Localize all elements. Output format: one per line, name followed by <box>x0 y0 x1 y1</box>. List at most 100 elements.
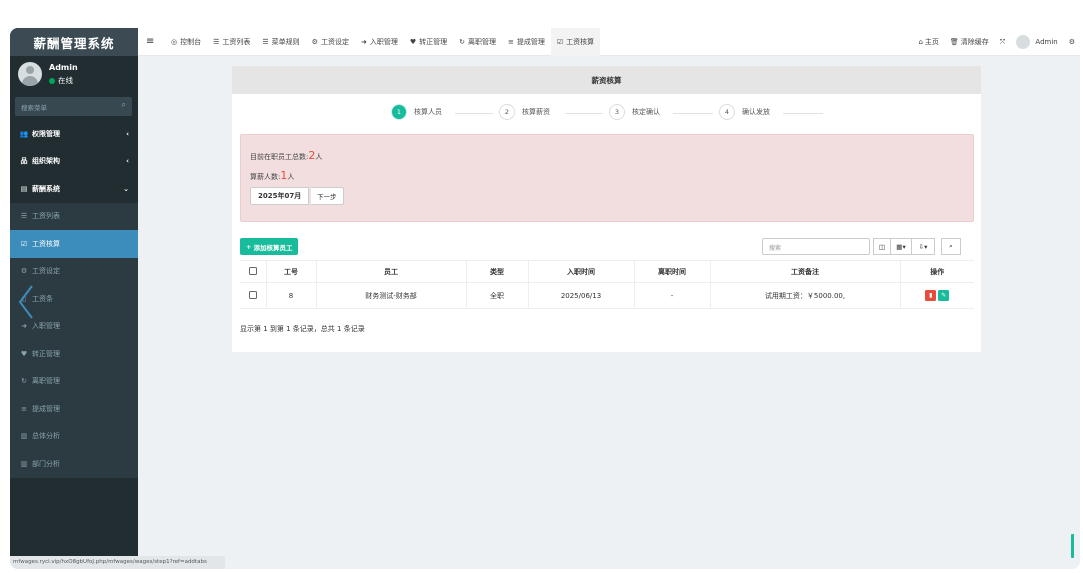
step-divider <box>783 113 823 114</box>
home-label: 主页 <box>924 38 939 46</box>
step-number: 1 <box>391 104 407 120</box>
table-row: 8 财务测试-财务部 全职 2025/06/13 - 试用期工资：￥5000.0… <box>240 282 974 309</box>
sidebar-item-regularization[interactable]: ♥ 转正管理 <box>10 340 138 368</box>
cell-actions: ▮ ✎ <box>900 282 974 309</box>
select-all-checkbox[interactable] <box>248 266 257 275</box>
sidebar-search-input[interactable]: 搜索菜单 ⌕ <box>15 97 132 116</box>
tab-label: 转正管理 <box>419 38 448 46</box>
cell-joined: 2025/06/13 <box>528 282 635 309</box>
step-2[interactable]: 2 核算薪资 <box>499 104 550 120</box>
search-icon[interactable]: ⌕ <box>122 100 126 110</box>
back-arrow-icon[interactable] <box>16 284 36 320</box>
tab-salary-accounting[interactable]: ☑ 工资核算 <box>550 28 601 56</box>
sidebar-item-permissions[interactable]: 👥 权限管理 ‹ <box>10 120 138 148</box>
user-menu[interactable]: Admin <box>1016 35 1058 49</box>
step-progress: 1 核算人员 2 核算薪资 3 核定确认 4 确认发放 <box>232 94 981 132</box>
sidebar-item-department-analysis[interactable]: ▥ 部门分析 <box>10 450 138 478</box>
column-header: 操作 <box>900 260 974 283</box>
step-divider <box>565 113 603 114</box>
sidebar-item-overall-analysis[interactable]: ▥ 总体分析 <box>10 422 138 450</box>
step-label: 核定确认 <box>632 108 660 116</box>
sitemap-icon: 品 <box>20 157 28 166</box>
columns-button[interactable]: ▦▾ <box>890 238 912 255</box>
tab-salary-list[interactable]: ☰ 工资列表 <box>207 28 256 56</box>
export-icon: ⇩▾ <box>918 242 928 251</box>
home-link[interactable]: ⌂ 主页 <box>918 37 938 47</box>
sidebar-item-commission[interactable]: ≡ 提成管理 <box>10 395 138 423</box>
tab-resignation[interactable]: ↻ 离职管理 <box>453 28 502 56</box>
tab-dashboard[interactable]: ◎ 控制台 <box>165 28 207 56</box>
tab-label: 工资核算 <box>566 38 595 46</box>
user-status: 在线 <box>49 75 73 86</box>
tab-onboarding[interactable]: ➜ 入职管理 <box>355 28 404 56</box>
sidebar-item-label: 权限管理 <box>32 129 60 138</box>
edit-button[interactable]: ✎ <box>938 290 950 301</box>
table-toolbar: ◫ ▦▾ ⇩▾ ⌕ <box>873 238 961 255</box>
settings-button[interactable]: ⚙ <box>1069 38 1075 46</box>
step-divider <box>455 113 493 114</box>
dashboard-icon: ◎ <box>171 38 178 46</box>
column-header[interactable]: 类型 <box>466 260 529 283</box>
tab-regularization[interactable]: ♥ 转正管理 <box>404 28 453 56</box>
gear-icon: ⚙ <box>1068 38 1075 46</box>
home-icon: ⌂ <box>918 38 923 46</box>
brand-title[interactable]: 薪酬管理系统 <box>10 28 138 56</box>
step-label: 核算薪资 <box>522 108 550 116</box>
column-header[interactable]: 工资备注 <box>710 260 901 283</box>
card-view-icon: ◫ <box>878 242 886 251</box>
tab-label: 离职管理 <box>467 38 496 46</box>
tab-label: 入职管理 <box>369 38 398 46</box>
column-header[interactable]: 入职时间 <box>528 260 635 283</box>
step-number: 3 <box>609 104 625 120</box>
step-label: 核算人员 <box>414 108 442 116</box>
step-divider <box>673 113 713 114</box>
tab-salary-settings[interactable]: ⚙ 工资设定 <box>306 28 355 56</box>
export-button[interactable]: ⇩▾ <box>911 238 935 255</box>
row-select[interactable] <box>240 282 267 309</box>
menu-toggle-icon[interactable]: ≡ <box>146 36 154 47</box>
page-title: 薪资核算 <box>232 66 981 94</box>
user-status-text: 在线 <box>58 76 73 85</box>
add-employee-button[interactable]: + 添加核算员工 <box>240 238 299 255</box>
list-icon: ☰ <box>20 212 28 221</box>
column-header[interactable]: 工号 <box>266 260 317 283</box>
sidebar-item-salary-accounting[interactable]: ☑ 工资核算 <box>10 230 138 258</box>
tab-label: 控制台 <box>180 38 202 46</box>
online-dot-icon <box>49 78 55 84</box>
sidebar-item-salary-list[interactable]: ☰ 工资列表 <box>10 202 138 230</box>
select-all-header[interactable] <box>240 260 267 283</box>
table-search-input[interactable]: 搜索 <box>762 238 870 255</box>
fullscreen-button[interactable]: ⤧ <box>1000 38 1006 47</box>
sidebar-item-resignation[interactable]: ↻ 离职管理 <box>10 367 138 395</box>
column-header[interactable]: 离职时间 <box>634 260 711 283</box>
sign-in-icon: ➜ <box>21 322 27 331</box>
clear-cache-button[interactable]: 🗑 清除缓存 <box>950 37 989 47</box>
active-employee-count: 目前在职员工总数:2人 <box>250 149 322 162</box>
pencil-icon: ✎ <box>941 292 947 299</box>
tab-menu-rules[interactable]: ☰ 菜单规则 <box>256 28 305 56</box>
scrollbar-handle[interactable] <box>1071 534 1074 558</box>
users-icon: 👥 <box>19 129 29 138</box>
sidebar-item-salary-settings[interactable]: ⚙ 工资设定 <box>10 257 138 285</box>
status-url: mfwages.ryci.vip/hxO8gbUfoJ.php/mfwages/… <box>10 556 225 569</box>
row-checkbox[interactable] <box>248 290 257 299</box>
cell-note: 试用期工资：￥5000.00, <box>710 282 901 309</box>
step-3[interactable]: 3 核定确认 <box>609 104 660 120</box>
next-step-button[interactable]: 下一步 <box>311 187 344 205</box>
month-selector[interactable]: 2025年07月 <box>250 187 310 205</box>
sidebar-item-salary-system[interactable]: ▤ 薪酬系统 ⌄ <box>10 175 138 203</box>
table-header-row: 工号 员工 类型 入职时间 离职时间 工资备注 操作 <box>240 260 974 283</box>
topbar-right: ⌂ 主页 🗑 清除缓存 ⤧ Admin ⚙ <box>918 28 1080 56</box>
tab-commission[interactable]: ≡ 提成管理 <box>502 28 551 56</box>
delete-button[interactable]: ▮ <box>925 290 937 301</box>
list-icon: ☰ <box>262 38 269 46</box>
sidebar-item-organization[interactable]: 品组织架构 ‹ <box>10 148 138 176</box>
search-icon: ⌕ <box>949 242 953 250</box>
avatar <box>18 62 42 86</box>
step-1[interactable]: 1 核算人员 <box>391 104 442 120</box>
search-button[interactable]: ⌕ <box>941 238 961 255</box>
toggle-view-button[interactable]: ◫ <box>873 238 891 255</box>
pagination-info: 显示第 1 到第 1 条记录，总共 1 条记录 <box>240 325 365 333</box>
step-4[interactable]: 4 确认发放 <box>719 104 770 120</box>
column-header[interactable]: 员工 <box>316 260 467 283</box>
